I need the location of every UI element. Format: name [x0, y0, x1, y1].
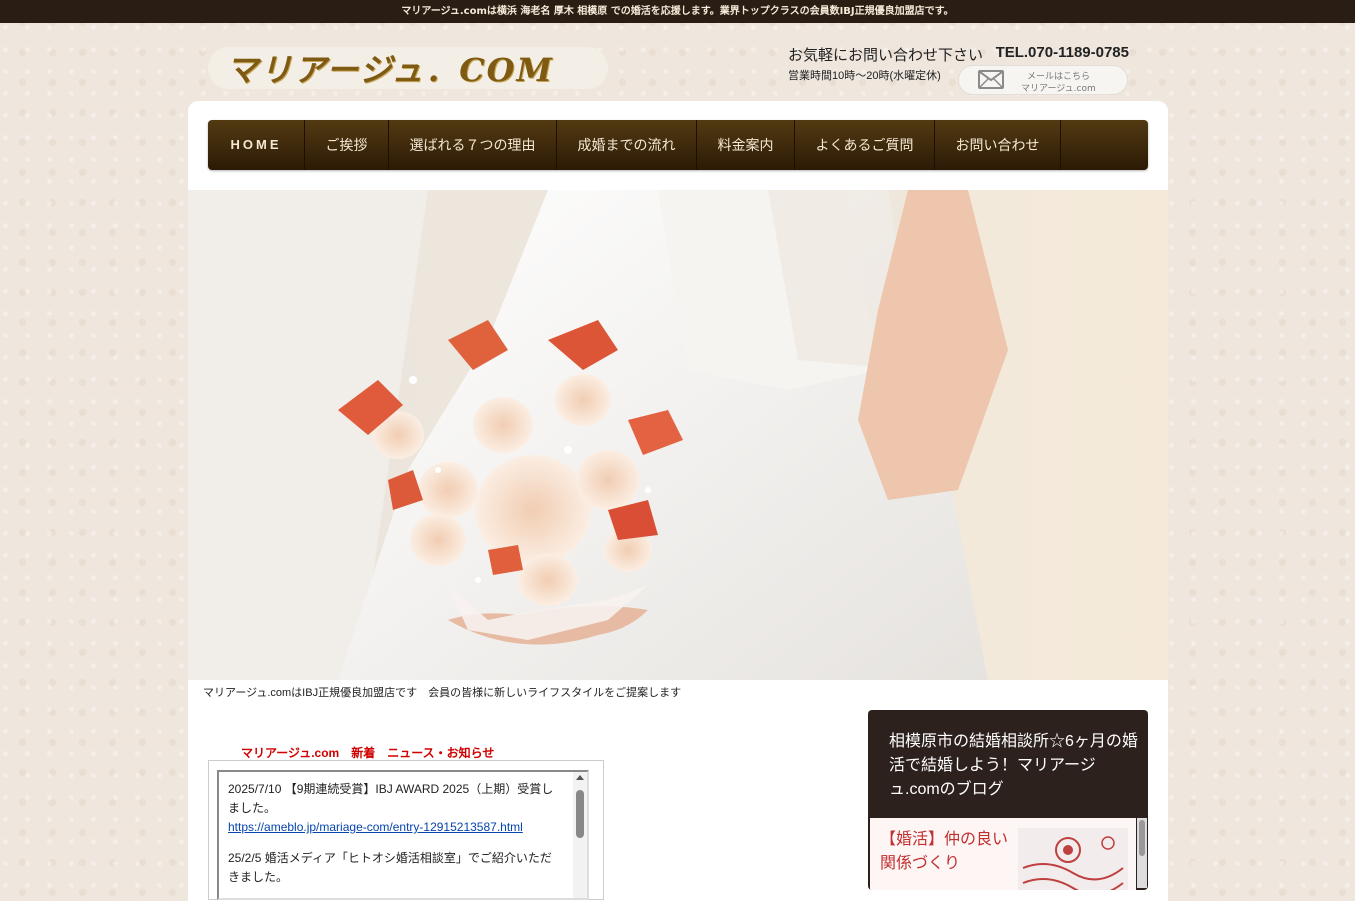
news-item: 2025/7/10 【9期連続受賞】IBJ AWARD 2025（上期）受賞しま… — [228, 780, 558, 837]
logo-text: マリアージュ．COM — [226, 51, 554, 89]
nav-faq[interactable]: よくあるご質問 — [795, 120, 935, 170]
blog-title[interactable]: 相模原市の結婚相談所☆6ヶ月の婚活で結婚しよう！マリアージュ.comのブログ — [889, 730, 1139, 802]
nav-seven-reasons[interactable]: 選ばれる７つの理由 — [389, 120, 557, 170]
contact-invite: お気軽にお問い合わせ下さい — [788, 47, 984, 64]
mail-button-line2: マリアージュ.com — [1021, 84, 1096, 94]
news-section-title: マリアージュ.com 新着 ニュース・お知らせ — [241, 746, 495, 760]
blog-entry-title[interactable]: 【婚活】仲の良い関係づくり — [880, 828, 1015, 876]
scroll-up-arrow-icon[interactable] — [576, 775, 584, 780]
news-item-link[interactable]: https://ameblo.jp/mariage-com/entry-1291… — [228, 820, 523, 834]
nav-greeting[interactable]: ご挨拶 — [305, 120, 389, 170]
hero-image-bride-bouquet — [188, 190, 1168, 680]
nav-home[interactable]: HOME — [208, 120, 305, 170]
site-logo[interactable]: マリアージュ．COM — [208, 47, 608, 89]
blog-widget: 相模原市の結婚相談所☆6ヶ月の婚活で結婚しよう！マリアージュ.comのブログ 【… — [868, 710, 1148, 890]
contact-header: お気軽にお問い合わせ下さい TEL.070-1189-0785 — [788, 44, 1133, 64]
mail-contact-button[interactable]: メールはこちら マリアージュ.com — [958, 65, 1128, 95]
top-announcement-bar: マリアージュ.comは横浜 海老名 厚木 相模原 での婚活を応援します。業界トッ… — [0, 0, 1355, 23]
news-box: 2025/7/10 【9期連続受賞】IBJ AWARD 2025（上期）受賞しま… — [208, 760, 604, 900]
main-navigation: HOME ご挨拶 選ばれる７つの理由 成婚までの流れ 料金案内 よくあるご質問 … — [208, 120, 1148, 170]
nav-marriage-flow[interactable]: 成婚までの流れ — [557, 120, 697, 170]
blog-scrollbar-thumb[interactable] — [1139, 820, 1145, 856]
hero-caption: マリアージュ.comはIBJ正規優良加盟店です 会員の皆様に新しいライフスタイル… — [203, 687, 682, 699]
news-item: 25/2/5 婚活メディア「ヒトオシ婚活相談室」でご紹介いただきました。 — [228, 849, 558, 887]
nav-pricing[interactable]: 料金案内 — [697, 120, 795, 170]
news-item-text: 2025/7/10 【9期連続受賞】IBJ AWARD 2025（上期）受賞しま… — [228, 782, 554, 815]
nav-contact[interactable]: お問い合わせ — [935, 120, 1061, 170]
phone-number[interactable]: TEL.070-1189-0785 — [996, 44, 1129, 61]
scrollbar-thumb[interactable] — [576, 790, 584, 838]
news-item-text: 25/2/5 婚活メディア「ヒトオシ婚活相談室」でご紹介いただきました。 — [228, 851, 552, 884]
blog-scrollbar[interactable] — [1137, 818, 1147, 888]
news-scroll-area[interactable]: 2025/7/10 【9期連続受賞】IBJ AWARD 2025（上期）受賞しま… — [217, 770, 589, 900]
business-hours: 営業時間10時〜20時(水曜定休) — [788, 70, 941, 82]
blog-entry-thumbnail[interactable] — [1018, 828, 1128, 890]
envelope-icon — [978, 70, 1004, 89]
news-scrollbar[interactable] — [573, 772, 587, 898]
blog-entry[interactable]: 【婚活】仲の良い関係づくり — [870, 818, 1136, 890]
